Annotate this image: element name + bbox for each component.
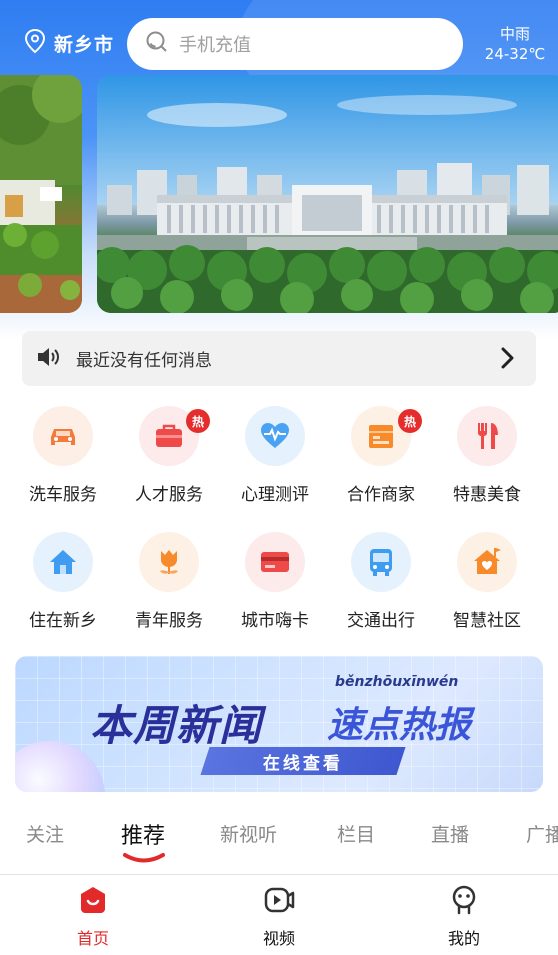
location-pin-icon [24,28,46,58]
service-label: 智慧社区 [453,611,521,631]
tab-columns[interactable]: 栏目 [337,820,375,847]
banner-pinyin: běnzhōuxīnwén [335,674,459,690]
service-label: 洗车服务 [29,485,97,505]
service-grid: 洗车服务 热 人才服务 心理测评 热 合作商家 特惠美食 住在新乡 青年服务 城… [10,406,540,658]
app-home-page: 新乡市 手机充值 中雨 24-32℃ 最近没有任何消息 洗车服务 热 人才服务 … [0,0,558,955]
video-icon [263,885,295,919]
carousel-prev-image[interactable] [0,75,82,313]
tab-recommend[interactable]: 推荐 [121,818,165,850]
chevron-right-icon [500,346,516,374]
service-label: 合作商家 [347,485,415,505]
fork-knife-icon [457,406,517,466]
weather-condition: 中雨 [499,25,530,43]
weather-temperature: 24-32℃ [484,45,546,63]
nav-label: 首页 [76,929,109,948]
hot-badge: 热 [398,409,422,433]
service-label: 住在新乡 [29,611,97,631]
bus-icon [351,532,411,592]
search-placeholder: 手机充值 [179,35,251,56]
service-psych-test[interactable]: 心理测评 [222,406,328,532]
view-online-button[interactable]: 在线查看 [200,747,406,775]
service-merchant[interactable]: 热 合作商家 [328,406,434,532]
banner-title-sub: 速点热报 [327,705,472,746]
heart-pulse-icon [245,406,305,466]
weekly-news-banner[interactable]: běnzhōuxīnwén 本周新闻 速点热报 在线查看 [15,656,543,792]
home-icon [33,532,93,592]
notice-bar[interactable]: 最近没有任何消息 [22,331,536,386]
tab-follow[interactable]: 关注 [26,820,64,847]
location-label: 新乡市 [54,33,115,56]
search-input[interactable]: 手机充值 [127,18,463,70]
card-icon [245,532,305,592]
carousel-main-image[interactable] [97,75,558,313]
nav-label: 视频 [262,929,295,948]
service-food-deals[interactable]: 特惠美食 [434,406,540,532]
nav-video[interactable]: 视频 [239,885,319,949]
service-living[interactable]: 住在新乡 [10,532,116,658]
service-label: 交通出行 [347,611,415,631]
service-car-wash[interactable]: 洗车服务 [10,406,116,532]
search-icon [145,30,169,58]
service-row: 住在新乡 青年服务 城市嗨卡 交通出行 智慧社区 [10,532,540,658]
tulip-icon [139,532,199,592]
service-smart-community[interactable]: 智慧社区 [434,532,540,658]
banner-title-main: 本周新闻 [90,701,263,750]
location-selector[interactable]: 新乡市 [24,28,114,58]
service-city-card[interactable]: 城市嗨卡 [222,532,328,658]
service-row: 洗车服务 热 人才服务 心理测评 热 合作商家 特惠美食 [10,406,540,532]
profile-icon [449,885,479,919]
community-icon [457,532,517,592]
service-label: 人才服务 [135,485,203,505]
weather-widget[interactable]: 中雨 24-32℃ [480,24,550,64]
service-label: 特惠美食 [453,485,521,505]
car-icon [33,406,93,466]
notice-text: 最近没有任何消息 [76,351,212,371]
nav-profile[interactable]: 我的 [424,885,504,949]
speaker-icon [36,345,62,373]
service-talent[interactable]: 热 人才服务 [116,406,222,532]
active-tab-indicator [123,853,165,863]
view-online-label: 在线查看 [263,753,343,774]
tab-radio[interactable]: 广播 [526,820,558,847]
category-tabs: 关注 推荐 新视听 栏目 直播 广播 [0,808,558,868]
tab-new-media[interactable]: 新视听 [220,820,277,847]
service-label: 心理测评 [241,485,309,505]
service-label: 青年服务 [135,611,203,631]
bottom-nav: 首页 视频 我的 [0,874,558,955]
tab-live[interactable]: 直播 [431,820,469,847]
hot-badge: 热 [186,409,210,433]
service-transport[interactable]: 交通出行 [328,532,434,658]
service-label: 城市嗨卡 [241,611,309,631]
home-nav-icon [78,885,108,919]
nav-home[interactable]: 首页 [53,885,133,949]
nav-label: 我的 [447,929,480,948]
service-youth[interactable]: 青年服务 [116,532,222,658]
